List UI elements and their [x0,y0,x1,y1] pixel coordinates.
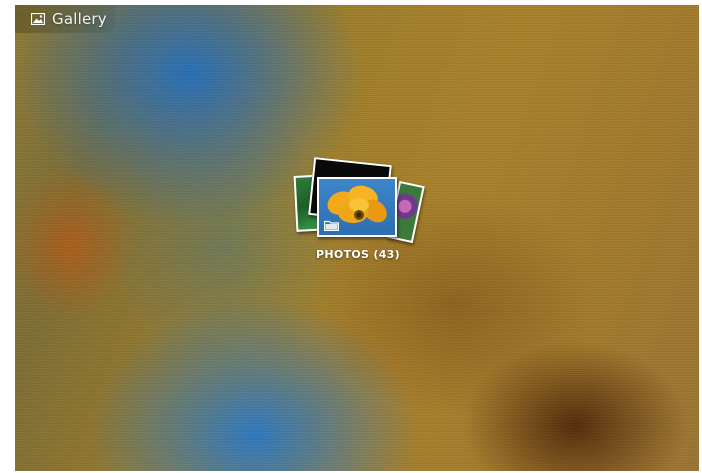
album-cover-photo [317,177,397,237]
folder-icon [324,220,339,231]
app-title: Gallery [52,10,107,28]
gallery-screen: Gallery PHOTOS (43) [15,5,699,471]
album-photos[interactable]: PHOTOS (43) [293,155,425,273]
album-thumbnail-stack [293,155,425,244]
album-label: PHOTOS (43) [316,248,400,261]
app-title-bar[interactable]: Gallery [15,5,115,33]
gallery-icon [31,13,45,25]
